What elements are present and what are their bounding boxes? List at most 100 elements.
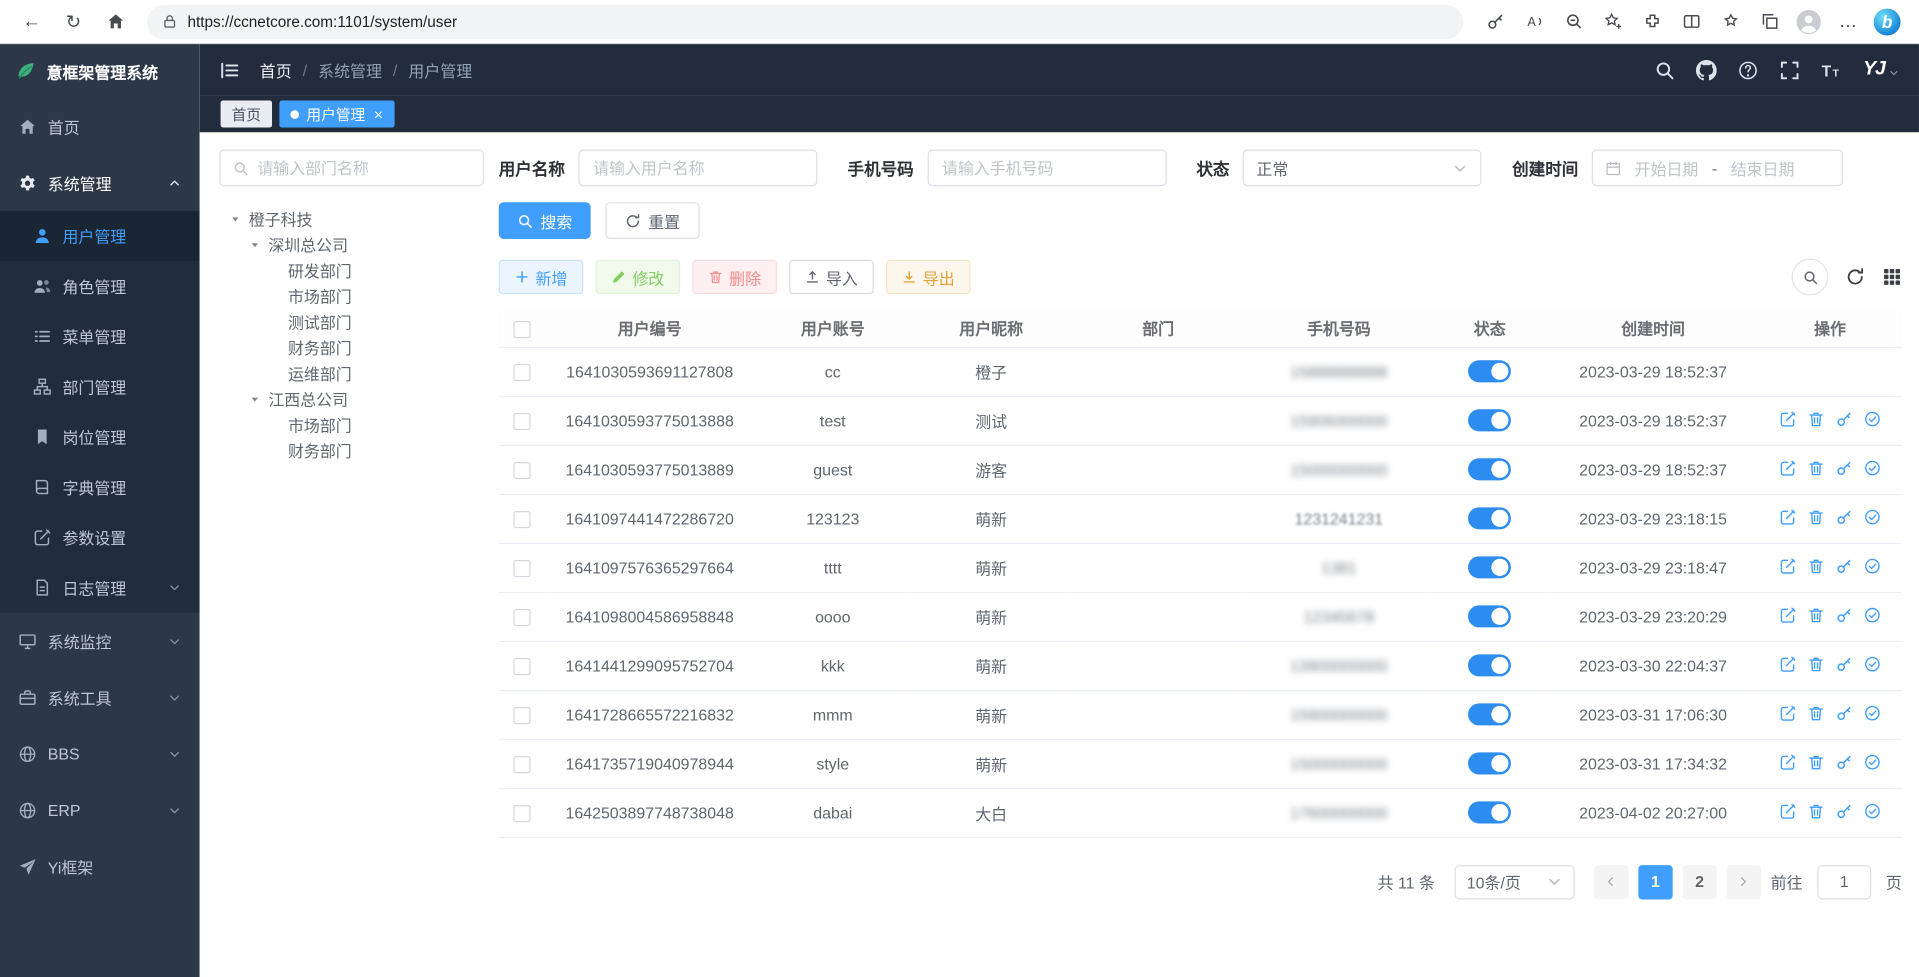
row-checkbox[interactable] — [514, 511, 531, 528]
row-checkbox[interactable] — [514, 413, 531, 430]
caret-down-icon[interactable] — [249, 393, 261, 405]
username-input[interactable] — [578, 149, 817, 186]
browser-home-icon[interactable] — [96, 4, 135, 38]
reset-password-icon[interactable] — [1836, 802, 1853, 819]
password-key-icon[interactable] — [1475, 4, 1514, 38]
assign-role-icon[interactable] — [1864, 704, 1881, 721]
edit-action-icon[interactable] — [1779, 802, 1796, 819]
reset-password-icon[interactable] — [1836, 410, 1853, 427]
assign-role-icon[interactable] — [1864, 459, 1881, 476]
reset-password-icon[interactable] — [1836, 704, 1853, 721]
search-button[interactable]: 搜索 — [499, 202, 591, 239]
row-checkbox[interactable] — [514, 560, 531, 577]
reset-password-icon[interactable] — [1836, 753, 1853, 770]
sidebar-item-dict[interactable]: 字典管理 — [0, 462, 200, 512]
help-icon[interactable] — [1738, 59, 1759, 80]
status-select[interactable]: 正常 — [1243, 149, 1482, 186]
edit-action-icon[interactable] — [1779, 557, 1796, 574]
sidebar-item-home[interactable]: 首页 — [0, 98, 200, 154]
assign-role-icon[interactable] — [1864, 753, 1881, 770]
assign-role-icon[interactable] — [1864, 508, 1881, 525]
sidebar-item-post[interactable]: 岗位管理 — [0, 412, 200, 462]
tree-node[interactable]: 财务部门 — [219, 335, 484, 361]
page-size-select[interactable]: 10条/页 — [1455, 865, 1575, 899]
prev-page-button[interactable] — [1594, 865, 1628, 899]
sidebar-item-param[interactable]: 参数设置 — [0, 512, 200, 562]
row-checkbox[interactable] — [514, 364, 531, 381]
sidebar-item-dept[interactable]: 部门管理 — [0, 361, 200, 411]
edit-action-icon[interactable] — [1779, 410, 1796, 427]
edit-action-icon[interactable] — [1779, 459, 1796, 476]
tree-node[interactable]: 橙子科技 — [219, 206, 484, 232]
delete-button[interactable]: 删除 — [692, 260, 777, 294]
status-toggle[interactable] — [1468, 507, 1511, 529]
add-favorite-icon[interactable] — [1593, 4, 1632, 38]
status-toggle[interactable] — [1468, 703, 1511, 725]
assign-role-icon[interactable] — [1864, 802, 1881, 819]
zoom-icon[interactable] — [1554, 4, 1593, 38]
browser-profile-avatar[interactable] — [1789, 4, 1828, 38]
row-checkbox[interactable] — [514, 609, 531, 626]
tree-node[interactable]: 市场部门 — [219, 283, 484, 309]
delete-action-icon[interactable] — [1807, 655, 1824, 672]
reload-icon[interactable]: ↻ — [54, 4, 93, 38]
reset-password-icon[interactable] — [1836, 606, 1853, 623]
delete-action-icon[interactable] — [1807, 410, 1824, 427]
collections-icon[interactable] — [1750, 4, 1789, 38]
tab-home[interactable]: 首页 — [221, 100, 272, 127]
status-toggle[interactable] — [1468, 605, 1511, 627]
delete-action-icon[interactable] — [1807, 557, 1824, 574]
status-toggle[interactable] — [1468, 752, 1511, 774]
edit-button[interactable]: 修改 — [596, 260, 681, 294]
status-toggle[interactable] — [1468, 409, 1511, 431]
page-button-1[interactable]: 1 — [1638, 865, 1672, 899]
department-search-input[interactable] — [257, 159, 470, 177]
delete-action-icon[interactable] — [1807, 802, 1824, 819]
tree-node[interactable]: 研发部门 — [219, 257, 484, 283]
tree-node[interactable]: 江西总公司 — [219, 386, 484, 412]
caret-down-icon[interactable] — [229, 213, 241, 225]
bing-icon[interactable]: b — [1868, 4, 1907, 38]
reset-password-icon[interactable] — [1836, 557, 1853, 574]
row-checkbox[interactable] — [514, 756, 531, 773]
split-screen-icon[interactable] — [1671, 4, 1710, 38]
caret-down-icon[interactable] — [249, 238, 261, 250]
sidebar-item-log[interactable]: 日志管理 — [0, 562, 200, 612]
breadcrumb-item[interactable]: 系统管理 — [318, 58, 382, 81]
reset-password-icon[interactable] — [1836, 655, 1853, 672]
reset-button[interactable]: 重置 — [605, 202, 699, 239]
address-bar[interactable]: https://ccnetcore.com:1101/system/user — [147, 4, 1463, 38]
delete-action-icon[interactable] — [1807, 704, 1824, 721]
row-checkbox[interactable] — [514, 707, 531, 724]
tree-node[interactable]: 市场部门 — [219, 412, 484, 438]
edit-action-icon[interactable] — [1779, 655, 1796, 672]
import-button[interactable]: 导入 — [789, 260, 874, 294]
user-avatar[interactable]: YJ — [1863, 59, 1899, 81]
status-toggle[interactable] — [1468, 458, 1511, 480]
sidebar-item-tools[interactable]: 系统工具 — [0, 669, 200, 725]
delete-action-icon[interactable] — [1807, 508, 1824, 525]
back-icon[interactable]: ← — [12, 4, 51, 38]
status-toggle[interactable] — [1468, 360, 1511, 382]
date-range-picker[interactable]: 开始日期 - 结束日期 — [1592, 149, 1843, 186]
edit-action-icon[interactable] — [1779, 508, 1796, 525]
phone-input[interactable] — [927, 149, 1166, 186]
export-button[interactable]: 导出 — [886, 260, 971, 294]
sidebar-item-system[interactable]: 系统管理 — [0, 154, 200, 210]
tree-node[interactable]: 运维部门 — [219, 360, 484, 386]
row-checkbox[interactable] — [514, 462, 531, 479]
browser-more-icon[interactable]: … — [1828, 4, 1867, 38]
close-tab-icon[interactable]: × — [374, 106, 383, 122]
assign-role-icon[interactable] — [1864, 410, 1881, 427]
delete-action-icon[interactable] — [1807, 459, 1824, 476]
assign-role-icon[interactable] — [1864, 655, 1881, 672]
goto-page-input[interactable] — [1817, 865, 1871, 899]
sidebar-item-erp[interactable]: ERP — [0, 782, 200, 838]
fullscreen-icon[interactable] — [1780, 59, 1801, 80]
row-checkbox[interactable] — [514, 658, 531, 675]
edit-action-icon[interactable] — [1779, 606, 1796, 623]
select-all-checkbox[interactable] — [514, 320, 531, 337]
header-search-icon[interactable] — [1655, 59, 1676, 80]
sidebar-item-role[interactable]: 角色管理 — [0, 261, 200, 311]
sidebar-item-yi[interactable]: Yi框架 — [0, 838, 200, 894]
